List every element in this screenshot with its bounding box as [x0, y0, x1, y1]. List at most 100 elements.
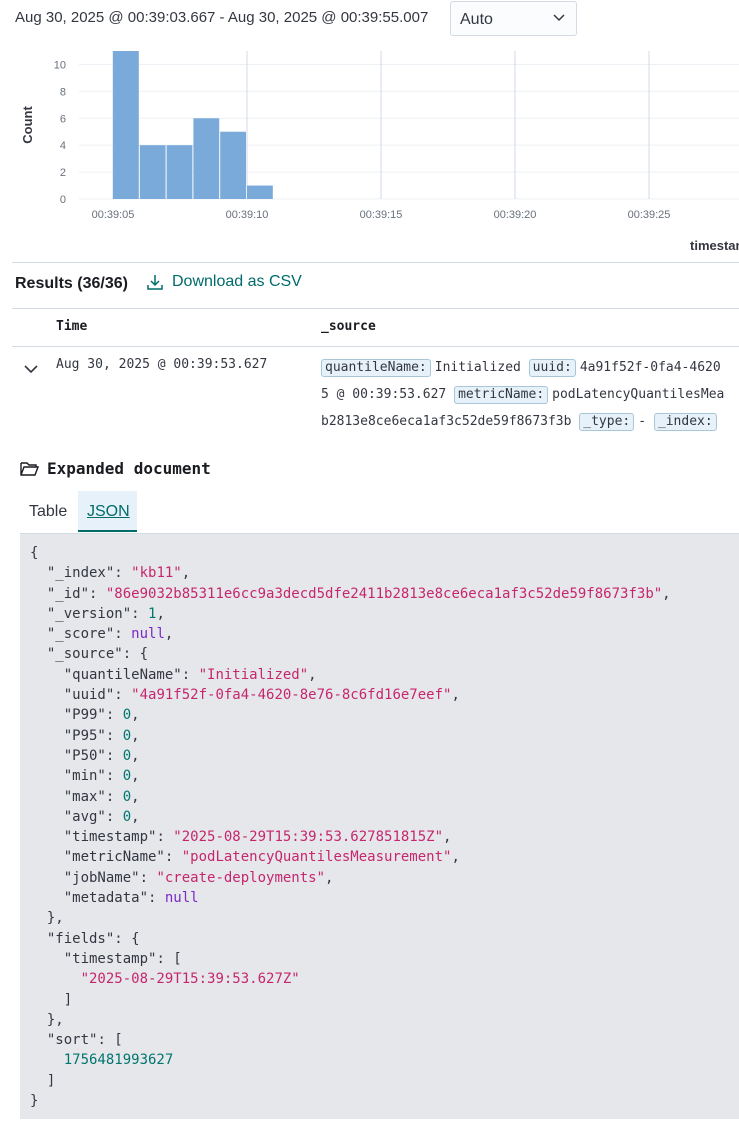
y-tick-label: 4 [60, 140, 66, 152]
json-punct: : [ [156, 950, 182, 967]
json-punct [30, 849, 64, 865]
json-punct: , [325, 869, 334, 886]
json-string: "4a91f52f-0fa4-4620-8e76-8c6fd16e7eef" [131, 687, 452, 704]
histogram-chart[interactable]: 0 2 4 6 8 10 00:39:05 00:39:10 00:39:15 00:39:20… [0, 44, 739, 259]
json-punct: : [114, 626, 132, 643]
json-punct: : [131, 605, 149, 622]
source-field-value: 4a91f52f-0fa4-4620 [579, 360, 721, 375]
json-key: "sort" [46, 1032, 98, 1049]
histogram-bar[interactable] [139, 145, 166, 199]
json-punct [30, 789, 64, 805]
x-tick-label: 00:39:20 [494, 209, 537, 221]
json-punct: , [164, 626, 174, 643]
json-number: 0 [122, 727, 132, 744]
histogram-bar[interactable] [220, 131, 246, 199]
json-key: "_version" [46, 605, 132, 622]
json-punct [30, 870, 64, 886]
json-key: "timestamp" [63, 829, 157, 846]
interval-value: Auto [460, 11, 493, 28]
tab-table[interactable]: Table [20, 491, 76, 532]
json-string: "86e9032b85311e6cc9a3decd5dfe2411b2813e8… [105, 585, 663, 602]
json-code: { "_index": "kb11", "_id": "86e9032b8531… [30, 543, 671, 1111]
json-punct [30, 809, 64, 825]
json-key: "_id" [46, 585, 90, 602]
json-key: "min" [63, 768, 106, 785]
column-header-time[interactable]: Time [56, 319, 87, 334]
json-punct: , [662, 585, 671, 602]
y-tick-label: 6 [60, 113, 66, 125]
row-collapse-chevron-icon[interactable] [22, 360, 40, 378]
download-csv-button[interactable]: Download as CSV [146, 273, 302, 291]
json-punct: : [148, 890, 165, 907]
json-punct: : [114, 565, 132, 582]
json-punct: : [105, 788, 123, 805]
json-punct [30, 768, 64, 784]
tab-json[interactable]: JSON [78, 491, 137, 532]
json-punct [30, 890, 64, 906]
source-field-value: - [638, 414, 654, 429]
x-tick-label: 00:39:10 [226, 209, 269, 221]
y-tick-label: 8 [60, 86, 66, 98]
json-string: "create-deployments" [156, 869, 326, 886]
source-line: b2813e8ce6eca1af3c52de59f8673f3b _type: -… [321, 413, 721, 431]
json-viewer[interactable]: { "_index": "kb11", "_id": "86e9032b8531… [20, 533, 739, 1119]
json-punct: ] [30, 991, 73, 1008]
json-punct: : { [122, 646, 149, 663]
json-punct: }, [30, 910, 64, 927]
source-line: 5 @ 00:39:53.627 metricName: podLatencyQu… [321, 386, 724, 404]
source-field-chip: metricName: [454, 386, 549, 404]
json-punct: : [114, 687, 132, 704]
download-csv-label: Download as CSV [172, 273, 302, 290]
y-tick-label: 10 [54, 59, 66, 71]
json-punct: : [105, 808, 123, 825]
interval-select[interactable]: Auto [450, 1, 577, 36]
json-punct: : [105, 727, 123, 744]
folder-open-icon [20, 462, 39, 476]
json-punct [30, 667, 64, 683]
x-tick-label: 00:39:05 [92, 209, 135, 221]
json-punct: , [451, 687, 460, 704]
histogram-bar[interactable] [166, 145, 193, 199]
json-key: "P95" [63, 727, 106, 744]
json-punct: , [131, 808, 140, 825]
chevron-down-icon [553, 14, 565, 22]
divider [12, 262, 739, 263]
source-field-chip: _index: [653, 413, 717, 431]
histogram-bar[interactable] [193, 118, 220, 199]
json-punct [30, 728, 64, 744]
x-tick-label: 00:39:25 [628, 209, 671, 221]
json-number: 0 [122, 788, 132, 805]
json-key: "timestamp" [63, 950, 157, 967]
source-field-value: Initialized [434, 360, 529, 375]
json-punct: , [443, 829, 452, 846]
json-punct [30, 951, 64, 967]
json-punct: : { [114, 930, 140, 947]
y-tick-label: 2 [60, 167, 66, 179]
json-string: "2025-08-29T15:39:53.627851815Z" [173, 829, 444, 846]
json-key: "_score" [46, 626, 115, 643]
json-punct [30, 971, 81, 987]
column-header-source[interactable]: _source [321, 319, 376, 334]
time-range[interactable]: Aug 30, 2025 @ 00:39:03.667 - Aug 30, 20… [15, 9, 428, 26]
json-punct: : [89, 585, 106, 602]
json-number: 0 [122, 768, 132, 785]
json-punct: : [139, 869, 157, 886]
source-field-chip: _type: [579, 413, 635, 431]
x-tick-label: 00:39:15 [360, 209, 403, 221]
json-key: "fields" [46, 930, 115, 947]
json-punct: ] [30, 1072, 56, 1089]
json-null: null [131, 626, 165, 643]
json-punct: } [30, 1093, 39, 1110]
json-punct: : [164, 849, 182, 866]
json-key: "uuid" [63, 687, 115, 704]
y-axis-label: Count [20, 106, 35, 144]
json-string: "Initialized" [198, 666, 309, 683]
json-punct [30, 606, 47, 622]
json-punct [30, 829, 64, 845]
histogram-bar[interactable] [113, 51, 139, 199]
json-punct: , [131, 707, 140, 724]
json-punct [30, 586, 47, 602]
results-title: Results (36/36) [15, 275, 128, 292]
json-punct: , [131, 727, 140, 744]
histogram-bar[interactable] [247, 185, 273, 199]
